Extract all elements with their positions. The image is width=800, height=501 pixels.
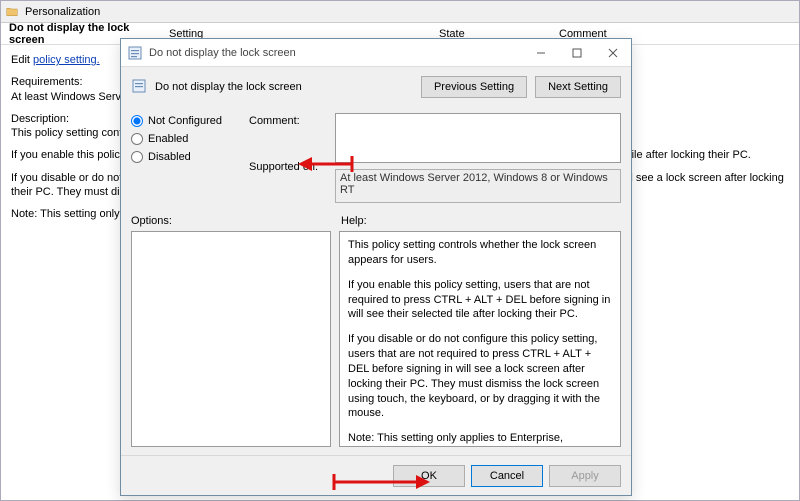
edit-label: Edit (11, 54, 30, 66)
policy-setting-link[interactable]: policy setting. (33, 54, 100, 66)
next-setting-button[interactable]: Next Setting (535, 76, 621, 98)
supported-on-text: At least Windows Server 2012, Windows 8 … (340, 172, 608, 196)
dialog-upper: Not Configured Enabled Disabled Comment:… (121, 107, 631, 211)
arrow-annotation-ok (332, 470, 432, 494)
dialog-title: Do not display the lock screen (149, 47, 523, 59)
state-radios: Not Configured Enabled Disabled (131, 113, 241, 207)
minimize-button[interactable] (523, 39, 559, 67)
maximize-button[interactable] (559, 39, 595, 67)
supported-on-box: At least Windows Server 2012, Windows 8 … (335, 169, 621, 203)
folder-icon (5, 4, 19, 16)
options-box (131, 231, 331, 447)
requirements-heading: Requirements: (11, 76, 83, 88)
help-p3: If you disable or do not configure this … (348, 332, 612, 421)
bg-title-text: Personalization (25, 6, 100, 18)
radio-disabled-label: Disabled (148, 151, 191, 163)
help-p4: Note: This setting only applies to Enter… (348, 431, 612, 447)
help-box: This policy setting controls whether the… (339, 231, 621, 447)
bg-titlebar: Personalization (1, 1, 799, 23)
comment-textarea[interactable] (335, 113, 621, 163)
help-label: Help: (341, 215, 621, 227)
dialog-header: Do not display the lock screen Previous … (121, 67, 631, 107)
policy-setting-dialog: Do not display the lock screen Do not di… (120, 38, 632, 496)
radio-enabled-label: Enabled (148, 133, 188, 145)
radio-enabled-input[interactable] (131, 133, 143, 145)
dialog-lower: This policy setting controls whether the… (121, 229, 631, 455)
close-button[interactable] (595, 39, 631, 67)
help-p2: If you enable this policy setting, users… (348, 278, 612, 323)
dialog-middle-labels: Options: Help: (121, 211, 631, 229)
help-p1: This policy setting controls whether the… (348, 238, 612, 268)
options-label: Options: (131, 215, 341, 227)
arrow-annotation-enabled (298, 152, 354, 176)
radio-not-configured-label: Not Configured (148, 115, 222, 127)
policy-icon (127, 45, 143, 61)
description-heading: Description: (11, 113, 69, 125)
headline-text: Do not display the lock screen (155, 81, 302, 93)
radio-disabled-input[interactable] (131, 151, 143, 163)
radio-enabled[interactable]: Enabled (131, 133, 241, 145)
radio-not-configured[interactable]: Not Configured (131, 115, 241, 127)
apply-button[interactable]: Apply (549, 465, 621, 487)
comment-label: Comment: (249, 115, 327, 127)
cancel-button[interactable]: Cancel (471, 465, 543, 487)
field-column: At least Windows Server 2012, Windows 8 … (335, 113, 621, 207)
dialog-titlebar: Do not display the lock screen (121, 39, 631, 67)
previous-setting-button[interactable]: Previous Setting (421, 76, 527, 98)
headline-icon (131, 78, 147, 97)
radio-disabled[interactable]: Disabled (131, 151, 241, 163)
radio-not-configured-input[interactable] (131, 115, 143, 127)
